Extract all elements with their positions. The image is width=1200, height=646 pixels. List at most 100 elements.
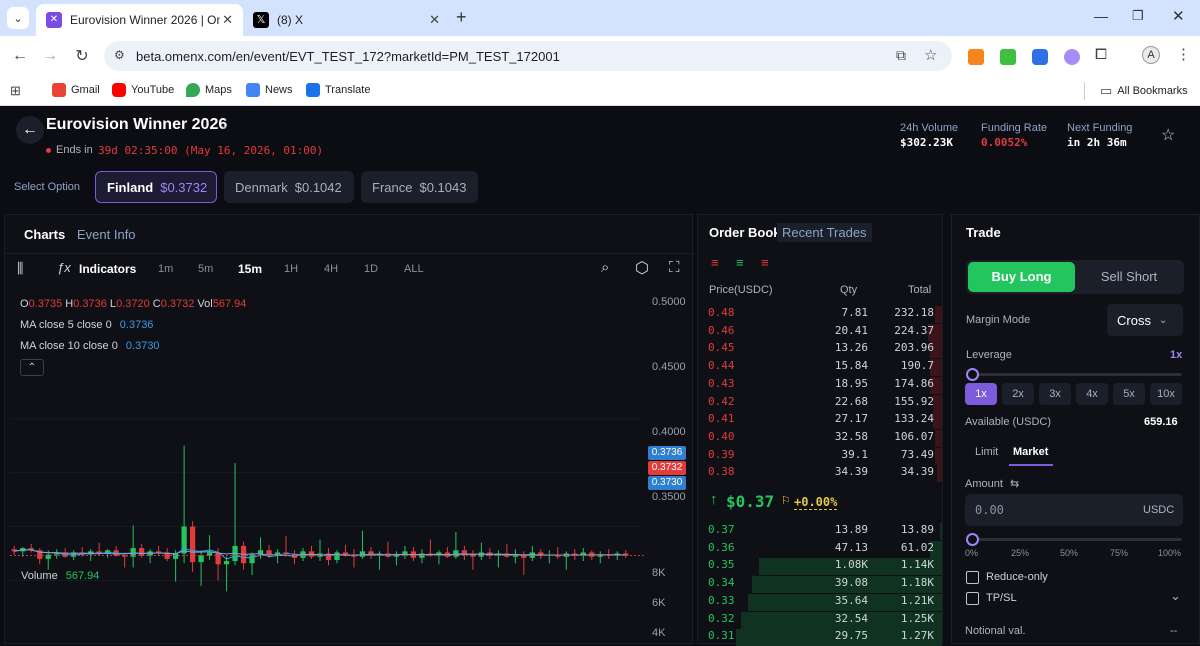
youtube-icon: [112, 83, 126, 97]
bid-row[interactable]: 0.31 29.75 1.27K: [708, 629, 934, 646]
leverage-slider-handle[interactable]: [966, 368, 979, 381]
restore-icon[interactable]: ❐: [1132, 8, 1144, 24]
tab-recent-trades[interactable]: Recent Trades: [777, 223, 872, 242]
bookmark-maps[interactable]: Maps: [186, 83, 232, 97]
purple-extension-icon[interactable]: [1064, 49, 1080, 65]
ask-row[interactable]: 0.42 22.68 155.92: [708, 395, 934, 412]
tpsl-label[interactable]: TP/SL: [986, 592, 1017, 604]
metamask-extension-icon[interactable]: [968, 49, 984, 65]
bid-row[interactable]: 0.32 32.54 1.25K: [708, 612, 934, 629]
tpsl-checkbox[interactable]: [966, 592, 979, 605]
tab-list-chevron-icon[interactable]: ⌄: [7, 7, 29, 29]
ask-row[interactable]: 0.39 39.1 73.49: [708, 448, 934, 465]
orderbook-asks-view-icon[interactable]: ≡: [761, 255, 769, 270]
x-favicon-icon: 𝕏: [253, 12, 269, 28]
reduce-only-checkbox[interactable]: [966, 571, 979, 584]
ask-row[interactable]: 0.40 32.58 106.07: [708, 430, 934, 447]
bookmark-gmail[interactable]: Gmail: [52, 83, 100, 97]
col-qty: Qty: [840, 284, 858, 296]
close-window-icon[interactable]: ✕: [1172, 7, 1185, 25]
y-tick: 0.5000: [652, 296, 686, 308]
tab-order-book[interactable]: Order Book: [709, 225, 781, 240]
event-selector-chevron-icon[interactable]: ⌄: [218, 116, 230, 133]
percent-mark[interactable]: 25%: [1011, 548, 1029, 558]
amount-slider-handle[interactable]: [966, 533, 979, 546]
new-tab-icon[interactable]: +: [456, 7, 467, 28]
candlestick-chart[interactable]: [0, 212, 694, 644]
buy-long-button[interactable]: Buy Long: [968, 262, 1075, 292]
row-price: 0.41: [708, 412, 735, 426]
bookmark-youtube[interactable]: YouTube: [112, 83, 174, 97]
extensions-puzzle-icon[interactable]: ⧠: [1095, 46, 1107, 63]
percent-mark[interactable]: 0%: [965, 548, 978, 558]
forward-icon[interactable]: →: [38, 44, 62, 68]
all-bookmarks[interactable]: ▭ All Bookmarks: [1100, 83, 1188, 99]
bid-row[interactable]: 0.37 13.89 13.89: [708, 523, 934, 540]
swap-units-icon[interactable]: ⇆: [1010, 477, 1019, 490]
browser-tab-active[interactable]: ✕ Eurovision Winner 2026 | Omen ✕: [36, 4, 243, 36]
bookmark-translate[interactable]: Translate: [306, 83, 370, 97]
close-tab-icon[interactable]: ✕: [222, 12, 233, 28]
order-type-limit[interactable]: Limit: [975, 446, 998, 458]
notional-value: --: [1170, 625, 1178, 637]
apps-grid-icon[interactable]: ⊞: [10, 83, 21, 99]
minimize-icon[interactable]: —: [1094, 8, 1108, 24]
ask-row[interactable]: 0.38 34.39 34.39: [708, 465, 934, 482]
orderbook-bids-view-icon[interactable]: ≡: [736, 255, 744, 270]
bookmark-news[interactable]: News: [246, 83, 293, 97]
percent-mark[interactable]: 100%: [1158, 548, 1181, 558]
percent-mark[interactable]: 50%: [1060, 548, 1078, 558]
leverage-slider-track[interactable]: [972, 373, 1182, 376]
bid-row[interactable]: 0.34 39.08 1.18K: [708, 576, 934, 593]
reload-icon[interactable]: ↻: [70, 44, 94, 68]
bid-row[interactable]: 0.35 1.08K 1.14K: [708, 558, 934, 575]
blue-extension-icon[interactable]: [1032, 49, 1048, 65]
bookmark-label: Translate: [325, 84, 371, 96]
row-price: 0.39: [708, 447, 735, 461]
percent-mark[interactable]: 75%: [1110, 548, 1128, 558]
margin-mode-label: Margin Mode: [966, 314, 1031, 326]
ask-row[interactable]: 0.41 27.17 133.24: [708, 412, 934, 429]
bookmark-star-icon[interactable]: ☆: [924, 46, 937, 64]
sell-short-button[interactable]: Sell Short: [1076, 262, 1182, 292]
menu-kebab-icon[interactable]: ⋮: [1176, 45, 1191, 63]
leverage-option-10x[interactable]: 10x: [1150, 383, 1182, 405]
leverage-option-3x[interactable]: 3x: [1039, 383, 1071, 405]
site-info-icon[interactable]: ⚙: [114, 48, 125, 62]
bid-row[interactable]: 0.36 47.13 61.02: [708, 541, 934, 558]
back-button[interactable]: ←: [16, 116, 44, 144]
ask-row[interactable]: 0.45 13.26 203.96: [708, 341, 934, 358]
leverage-option-2x[interactable]: 2x: [1002, 383, 1034, 405]
leverage-option-4x[interactable]: 4x: [1076, 383, 1108, 405]
maps-pin-icon: [186, 83, 200, 97]
address-bar[interactable]: ⚙ beta.omenx.com/en/event/EVT_TEST_172?m…: [104, 41, 952, 71]
avatar[interactable]: A: [1142, 46, 1160, 64]
ask-row[interactable]: 0.43 18.95 174.86: [708, 377, 934, 394]
amount-input[interactable]: 0.00 USDC: [965, 494, 1183, 526]
row-qty: 39.08: [834, 576, 868, 590]
orderbook-both-view-icon[interactable]: ≡: [711, 255, 719, 270]
ask-row[interactable]: 0.48 7.81 232.18: [708, 306, 934, 323]
option-finland[interactable]: Finland $0.3732: [95, 171, 217, 203]
ask-row[interactable]: 0.46 20.41 224.37: [708, 324, 934, 341]
leverage-option-5x[interactable]: 5x: [1113, 383, 1145, 405]
bid-row[interactable]: 0.33 35.64 1.21K: [708, 594, 934, 611]
favorite-star-icon[interactable]: ☆: [1161, 125, 1175, 145]
margin-mode-select[interactable]: Cross ⌄: [1107, 304, 1183, 336]
browser-tab[interactable]: 𝕏 (8) X ✕: [243, 4, 450, 36]
order-type-market[interactable]: Market: [1013, 446, 1048, 458]
option-france[interactable]: France $0.1043: [361, 171, 478, 203]
candle: [359, 551, 366, 557]
option-denmark[interactable]: Denmark $0.1042: [224, 171, 354, 203]
amount-slider-track[interactable]: [972, 538, 1182, 541]
tpsl-expand-chevron-icon[interactable]: ⌄: [1170, 588, 1181, 604]
leverage-option-1x[interactable]: 1x: [965, 383, 997, 405]
row-total: 190.7: [900, 359, 934, 373]
install-app-icon[interactable]: ⧉: [896, 47, 906, 64]
back-icon[interactable]: ←: [8, 44, 32, 68]
reduce-only-label[interactable]: Reduce-only: [986, 571, 1048, 583]
amount-label: Amount: [965, 478, 1003, 490]
green-extension-icon[interactable]: [1000, 49, 1016, 65]
ask-row[interactable]: 0.44 15.84 190.7: [708, 359, 934, 376]
close-tab-icon[interactable]: ✕: [429, 12, 440, 28]
